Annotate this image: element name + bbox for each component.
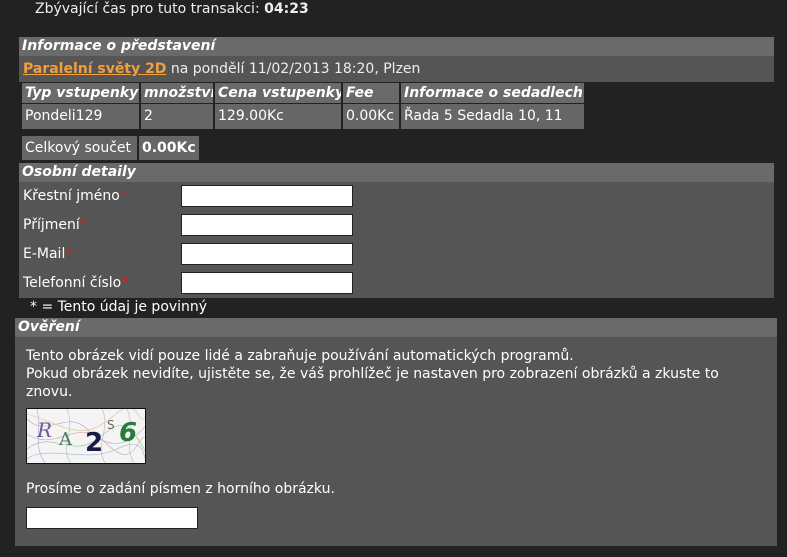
email-label: E-Mail*: [23, 246, 73, 262]
first-name-label: Křestní jméno*: [23, 188, 127, 204]
ticket-cell-quantity: 2: [141, 104, 213, 129]
performance-row: Paralelní světy 2D na pondělí 11/02/2013…: [19, 56, 774, 82]
phone-input[interactable]: [181, 272, 353, 294]
total-value: 0.00Kc: [139, 136, 199, 160]
verification-info: Tento obrázek vidí pouze lidé a zabraňuj…: [26, 348, 719, 400]
ticket-header-type: Typ vstupenky: [22, 83, 139, 103]
required-marker: *: [119, 188, 127, 204]
performance-heading: Informace o představení: [19, 37, 774, 56]
ticket-cell-type: Pondeli129: [22, 104, 139, 129]
phone-label: Telefonní číslo*: [23, 275, 129, 291]
ticket-cell-fee: 0.00Kc: [343, 104, 399, 129]
required-marker: *: [65, 246, 73, 262]
ticket-header-price: Cena vstupenky: [215, 83, 341, 103]
verification-heading: Ověření: [15, 318, 777, 337]
personal-panel: [19, 163, 774, 298]
required-note: * = Tento údaj je povinný: [30, 299, 208, 315]
required-marker: *: [121, 275, 129, 291]
ticket-header-fee: Fee: [343, 83, 399, 103]
last-name-input[interactable]: [181, 214, 353, 236]
required-marker: *: [79, 217, 87, 233]
movie-title-link[interactable]: Paralelní světy 2D: [23, 61, 166, 77]
captcha-char-a: A: [58, 429, 73, 450]
captcha-image: R A 2 S 6: [26, 408, 146, 464]
personal-heading: Osobní detaily: [19, 163, 774, 182]
ticket-header-quantity: množství: [141, 83, 213, 103]
captcha-char-s: S: [107, 418, 115, 432]
last-name-label: Příjmení*: [23, 217, 87, 233]
captcha-char-6: 6: [119, 418, 137, 448]
email-input[interactable]: [181, 243, 353, 265]
timer-label: Zbývající čas pro tuto transakci:: [35, 1, 260, 17]
timer-value: 04:23: [264, 1, 309, 17]
ticket-header-seats: Informace o sedadlech: [401, 83, 584, 103]
captcha-prompt: Prosíme o zadání písmen z horního obrázk…: [26, 481, 335, 497]
captcha-input[interactable]: [26, 507, 198, 529]
first-name-input[interactable]: [181, 185, 353, 207]
captcha-char-r: R: [36, 418, 52, 442]
captcha-char-2: 2: [85, 428, 103, 458]
performance-details: na pondělí 11/02/2013 18:20, Plzen: [170, 61, 421, 77]
ticket-cell-seats: Řada 5 Sedadla 10, 11: [401, 104, 584, 129]
total-label: Celkový součet: [22, 136, 137, 160]
ticket-cell-price: 129.00Kc: [215, 104, 341, 129]
transaction-timer: Zbývající čas pro tuto transakci: 04:23: [35, 0, 309, 18]
